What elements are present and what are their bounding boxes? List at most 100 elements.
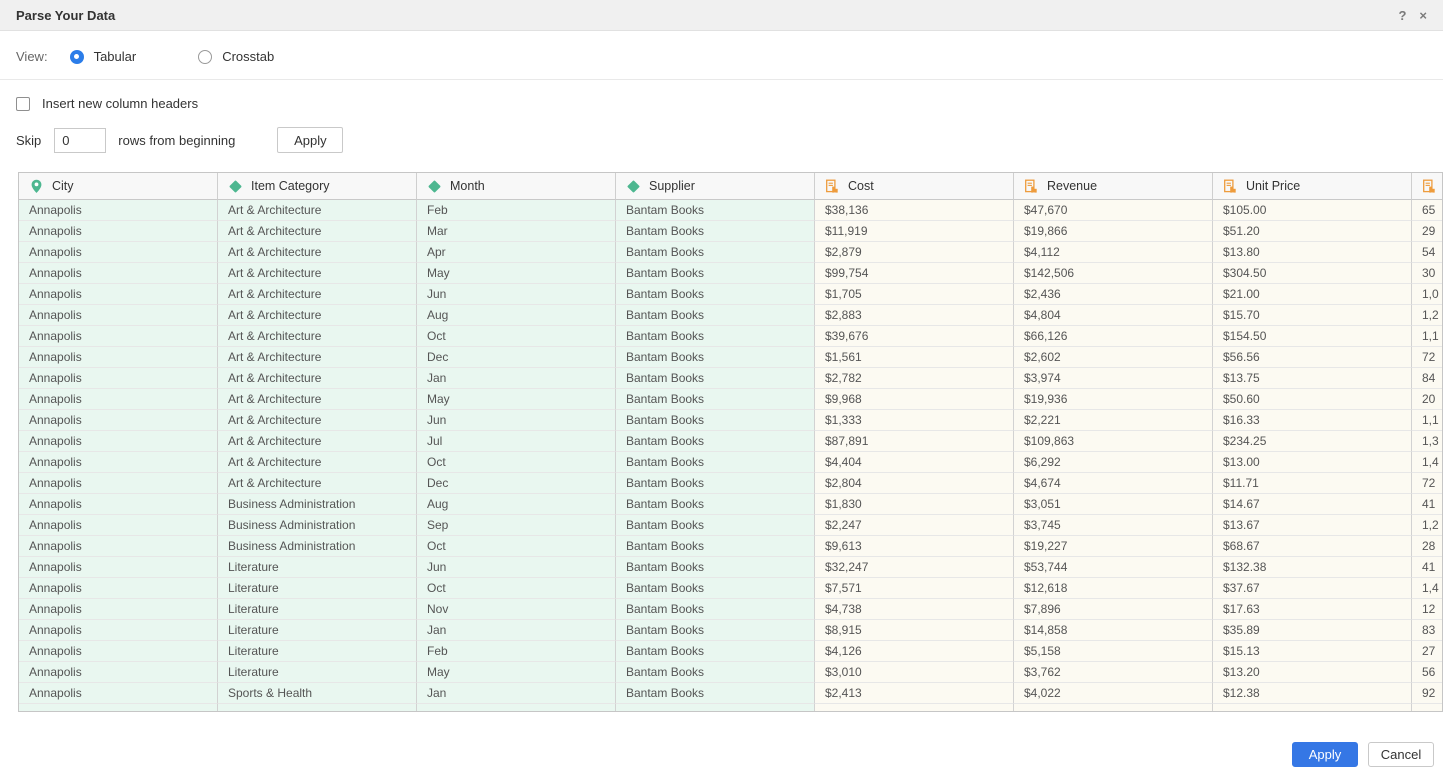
table-cell: 92 — [1412, 683, 1443, 704]
table-row: AnnapolisArt & ArchitectureJunBantam Boo… — [19, 410, 1443, 431]
table-cell — [815, 704, 1014, 712]
table-cell: Literature — [218, 662, 417, 683]
column-header-clipped[interactable] — [1412, 173, 1443, 200]
column-header-item-category[interactable]: Item Category — [218, 173, 417, 200]
table-cell: Bantam Books — [616, 263, 815, 284]
table-cell: $15.13 — [1213, 641, 1412, 662]
table-cell: Oct — [417, 536, 616, 557]
table-row: AnnapolisArt & ArchitectureDecBantam Boo… — [19, 347, 1443, 368]
table-cell: 29 — [1412, 221, 1443, 242]
table-cell: $47,670 — [1014, 200, 1213, 221]
skip-rows-input[interactable] — [54, 128, 106, 153]
table-cell: Apr — [417, 242, 616, 263]
table-cell: Art & Architecture — [218, 221, 417, 242]
table-cell: $12,618 — [1014, 578, 1213, 599]
table-row: AnnapolisLiteratureMayBantam Books$3,010… — [19, 662, 1443, 683]
insert-headers-checkbox[interactable] — [16, 97, 30, 111]
table-cell: Annapolis — [19, 431, 218, 452]
table-cell: $8,915 — [815, 620, 1014, 641]
table-cell: $234.25 — [1213, 431, 1412, 452]
table-cell: Literature — [218, 599, 417, 620]
cancel-button[interactable]: Cancel — [1368, 742, 1434, 767]
table-body: AnnapolisArt & ArchitectureFebBantam Boo… — [19, 200, 1442, 712]
help-icon[interactable]: ? — [1398, 9, 1406, 22]
skip-rows-control: Skip rows from beginning Apply — [16, 127, 343, 153]
table-cell: Jun — [417, 284, 616, 305]
table-cell: Jul — [417, 431, 616, 452]
close-icon[interactable]: × — [1419, 9, 1427, 22]
table-cell: Annapolis — [19, 515, 218, 536]
apply-button[interactable]: Apply — [1292, 742, 1358, 767]
table-cell: 1,2 — [1412, 305, 1443, 326]
table-row: AnnapolisArt & ArchitectureJulBantam Boo… — [19, 431, 1443, 452]
section-divider — [0, 79, 1443, 80]
table-cell: Aug — [417, 305, 616, 326]
table-row: AnnapolisArt & ArchitectureFebBantam Boo… — [19, 200, 1443, 221]
table-cell: $1,333 — [815, 410, 1014, 431]
table-cell: Business Administration — [218, 494, 417, 515]
table-cell: Bantam Books — [616, 221, 815, 242]
table-cell: $9,613 — [815, 536, 1014, 557]
table-cell: $9,968 — [815, 389, 1014, 410]
table-row: AnnapolisArt & ArchitectureOctBantam Boo… — [19, 326, 1443, 347]
table-cell: Bantam Books — [616, 305, 815, 326]
insert-headers-label: Insert new column headers — [42, 96, 198, 111]
table-cell: 30 — [1412, 263, 1443, 284]
table-cell: $2,883 — [815, 305, 1014, 326]
table-cell: Annapolis — [19, 683, 218, 704]
table-cell: Jan — [417, 620, 616, 641]
column-header-supplier[interactable]: Supplier — [616, 173, 815, 200]
table-cell: Bantam Books — [616, 494, 815, 515]
table-cell: Art & Architecture — [218, 368, 417, 389]
table-cell: $2,804 — [815, 473, 1014, 494]
table-cell: $2,436 — [1014, 284, 1213, 305]
table-cell: Art & Architecture — [218, 242, 417, 263]
table-cell: $16.33 — [1213, 410, 1412, 431]
table-cell: Sports & Health — [218, 683, 417, 704]
table-cell: Literature — [218, 557, 417, 578]
table-cell: $4,674 — [1014, 473, 1213, 494]
table-cell: Bantam Books — [616, 620, 815, 641]
table-cell: Annapolis — [19, 200, 218, 221]
table-cell: Bantam Books — [616, 326, 815, 347]
table-cell: Bantam Books — [616, 683, 815, 704]
table-cell: 84 — [1412, 368, 1443, 389]
table-cell: Bantam Books — [616, 368, 815, 389]
table-cell: Annapolis — [19, 242, 218, 263]
table-row: AnnapolisArt & ArchitectureMayBantam Boo… — [19, 263, 1443, 284]
column-header-revenue[interactable]: Revenue — [1014, 173, 1213, 200]
table-cell: 72 — [1412, 347, 1443, 368]
table-cell: $19,227 — [1014, 536, 1213, 557]
column-header-unit-price[interactable]: Unit Price — [1213, 173, 1412, 200]
column-header-cost[interactable]: Cost — [815, 173, 1014, 200]
view-selector: View: Tabular Crosstab — [16, 49, 336, 64]
table-cell: Annapolis — [19, 473, 218, 494]
table-cell: Annapolis — [19, 389, 218, 410]
table-cell: Bantam Books — [616, 347, 815, 368]
table-cell: $7,571 — [815, 578, 1014, 599]
table-cell: Art & Architecture — [218, 410, 417, 431]
column-header-label: Month — [450, 179, 485, 193]
column-header-month[interactable]: Month — [417, 173, 616, 200]
column-header-city[interactable]: City — [19, 173, 218, 200]
table-cell: Art & Architecture — [218, 263, 417, 284]
radio-option-tabular[interactable]: Tabular — [70, 49, 137, 64]
radio-option-crosstab[interactable]: Crosstab — [198, 49, 274, 64]
table-cell: $13.80 — [1213, 242, 1412, 263]
table-cell: Annapolis — [19, 557, 218, 578]
table-cell: $5,158 — [1014, 641, 1213, 662]
table-cell: 1,4 — [1412, 452, 1443, 473]
radio-tabular-icon[interactable] — [70, 50, 84, 64]
table-cell: 28 — [1412, 536, 1443, 557]
skip-label: Skip — [16, 133, 41, 148]
radio-crosstab-icon[interactable] — [198, 50, 212, 64]
table-cell — [218, 704, 417, 712]
table-row: AnnapolisLiteratureJanBantam Books$8,915… — [19, 620, 1443, 641]
table-cell: Literature — [218, 578, 417, 599]
skip-suffix-label: rows from beginning — [118, 133, 235, 148]
skip-apply-button[interactable]: Apply — [277, 127, 343, 153]
table-cell: $1,830 — [815, 494, 1014, 515]
table-cell: $51.20 — [1213, 221, 1412, 242]
diamond-icon — [229, 180, 242, 193]
table-cell: Annapolis — [19, 536, 218, 557]
